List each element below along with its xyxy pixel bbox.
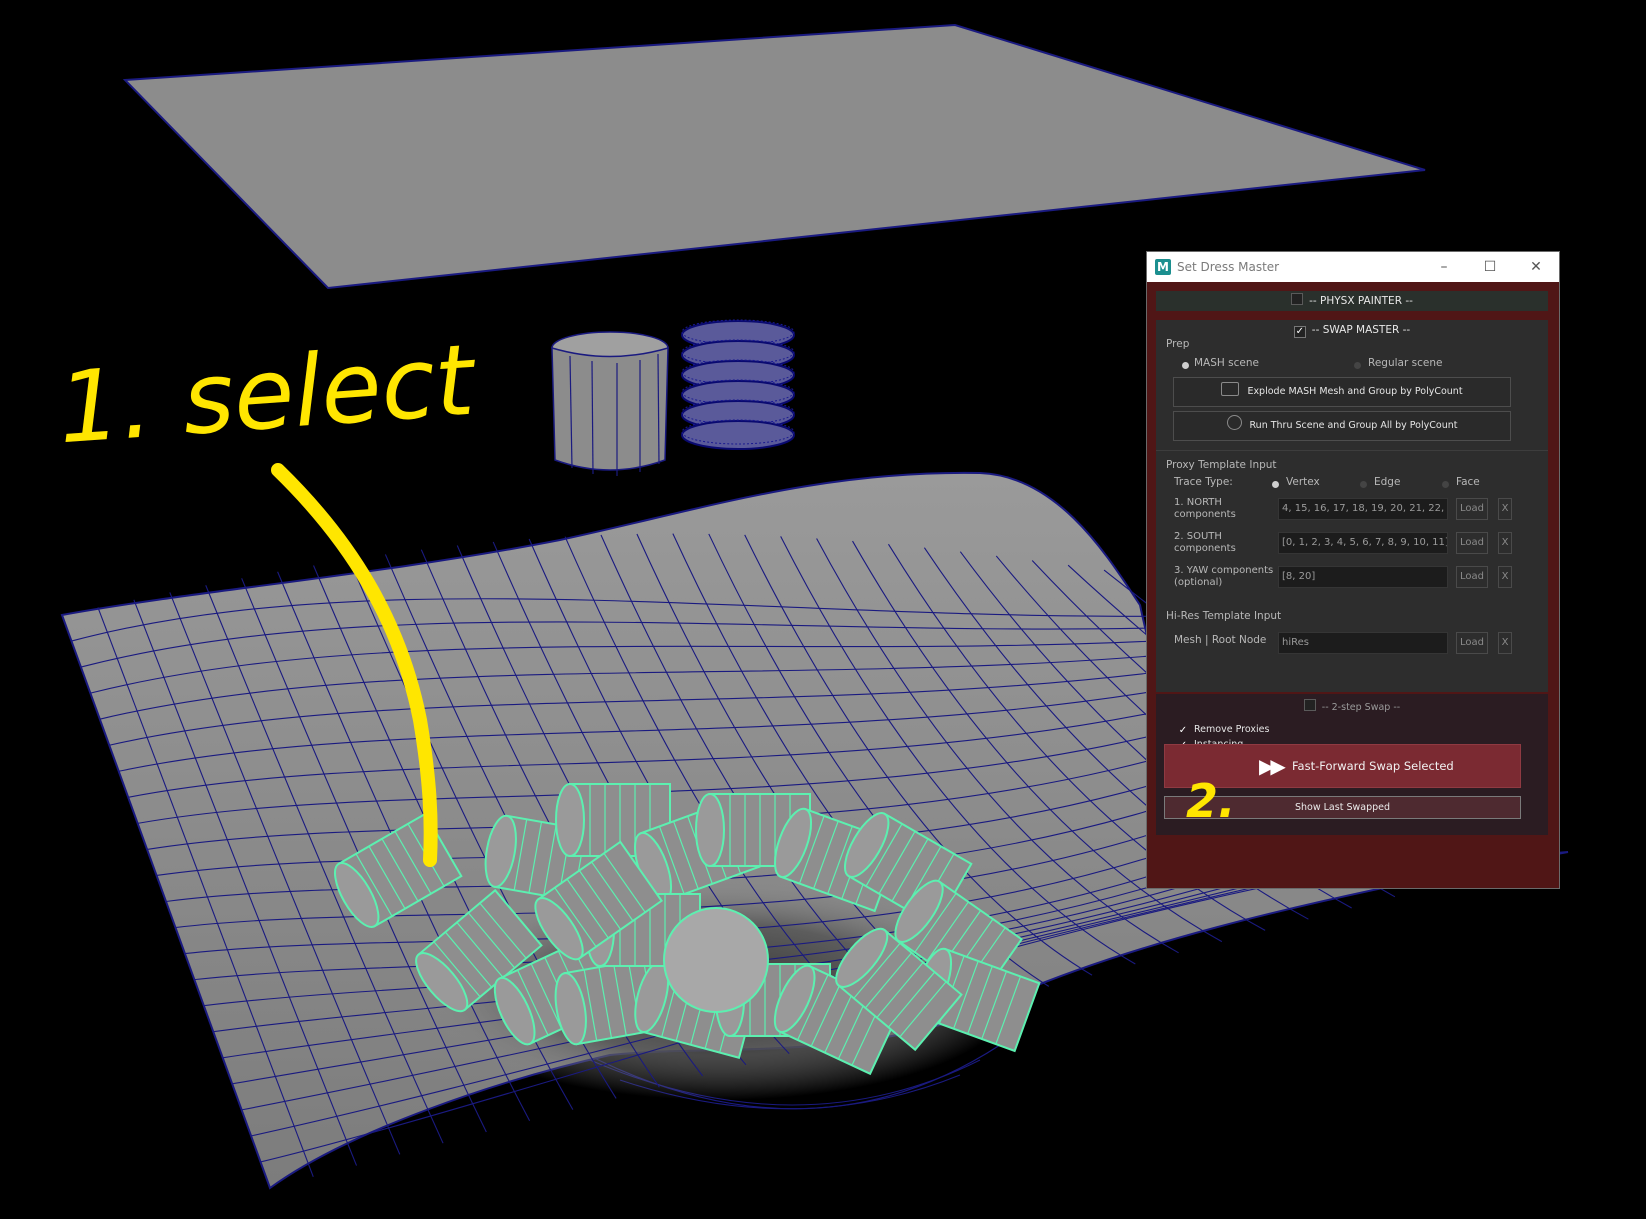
yaw-label: 3. YAW components (optional) (1174, 565, 1273, 589)
run-thru-scene-button[interactable]: Run Thru Scene and Group All by PolyCoun… (1173, 411, 1511, 441)
vertex-radio[interactable] (1272, 481, 1279, 488)
close-button[interactable]: ✕ (1513, 252, 1559, 282)
maximize-button[interactable]: ☐ (1467, 252, 1513, 282)
south-clear-button[interactable]: X (1498, 532, 1512, 554)
yaw-components-field[interactable]: [8, 20] (1278, 566, 1448, 588)
yaw-clear-button[interactable]: X (1498, 566, 1512, 588)
north-clear-button[interactable]: X (1498, 498, 1512, 520)
hires-mesh-field[interactable]: hiRes (1278, 632, 1448, 654)
physx-painter-checkbox[interactable] (1291, 293, 1304, 305)
explode-mash-label: Explode MASH Mesh and Group by PolyCount (1247, 386, 1463, 397)
regular-scene-radio[interactable] (1354, 362, 1361, 369)
swap-master-toggle[interactable]: ✓ -- SWAP MASTER -- (1156, 320, 1548, 340)
physx-painter-section: -- PHYSX PAINTER -- (1156, 291, 1548, 311)
regular-scene-label: Regular scene (1368, 357, 1443, 369)
swap-master-section: ✓ -- SWAP MASTER -- Prep MASH scene Regul… (1156, 320, 1548, 692)
mash-icon (1221, 382, 1240, 396)
check-icon[interactable]: ✓ (1178, 726, 1188, 736)
top-plane (122, 23, 1426, 290)
swap-master-label: -- SWAP MASTER -- (1311, 324, 1411, 336)
face-label: Face (1456, 476, 1480, 488)
mash-scene-radio[interactable] (1182, 362, 1189, 369)
face-radio[interactable] (1442, 481, 1449, 488)
fast-forward-label: Fast-Forward Swap Selected (1292, 759, 1454, 773)
prep-label: Prep (1166, 338, 1190, 350)
south-label: 2. SOUTH components (1174, 531, 1236, 555)
remove-proxies-label: Remove Proxies (1194, 724, 1270, 735)
proxy-cylinder (551, 331, 669, 476)
north-label-line1: 1. NORTH (1174, 497, 1222, 508)
run-thru-scene-label: Run Thru Scene and Group All by PolyCoun… (1249, 420, 1458, 431)
divider (1156, 450, 1548, 451)
two-step-checkbox[interactable] (1303, 699, 1316, 711)
hires-load-button[interactable]: Load (1456, 632, 1488, 654)
yaw-label-line1: 3. YAW components (1174, 565, 1274, 576)
remove-proxies-option[interactable]: ✓ Remove Proxies (1178, 724, 1270, 736)
north-components-field[interactable]: 4, 15, 16, 17, 18, 19, 20, 21, 22, 23] (1278, 498, 1448, 520)
yaw-label-line2: (optional) (1174, 577, 1223, 588)
fast-forward-icon: ▶▶ (1259, 754, 1286, 778)
two-step-toggle[interactable]: -- 2-step Swap -- (1156, 698, 1548, 718)
south-components-field[interactable]: [0, 1, 2, 3, 4, 5, 6, 7, 8, 9, 10, 11] (1278, 532, 1448, 554)
edge-radio[interactable] (1360, 481, 1367, 488)
vertex-label: Vertex (1286, 476, 1320, 488)
hires-template-label: Hi-Res Template Input (1166, 610, 1282, 622)
hires-clear-button[interactable]: X (1498, 632, 1512, 654)
physx-painter-toggle[interactable]: -- PHYSX PAINTER -- (1156, 291, 1548, 311)
explode-mash-button[interactable]: Explode MASH Mesh and Group by PolyCount (1173, 377, 1511, 407)
window-title: Set Dress Master (1177, 260, 1280, 274)
title-bar[interactable]: M Set Dress Master – ☐ ✕ (1147, 252, 1559, 282)
edge-label: Edge (1374, 476, 1401, 488)
mesh-root-node-label: Mesh | Root Node (1174, 634, 1267, 646)
north-label: 1. NORTH components (1174, 497, 1236, 521)
selected-cylinder-cap (663, 907, 769, 1013)
south-load-button[interactable]: Load (1456, 532, 1488, 554)
trace-type-label: Trace Type: (1174, 476, 1233, 488)
hires-coin-stack (681, 319, 795, 450)
south-label-line1: 2. SOUTH (1174, 531, 1222, 542)
physx-painter-label: -- PHYSX PAINTER -- (1309, 295, 1413, 307)
annotation-step2: 2. (1186, 774, 1236, 828)
maya-app-icon: M (1155, 259, 1171, 275)
check-icon[interactable]: ✓ (1293, 326, 1306, 338)
globe-icon (1226, 415, 1242, 430)
minimize-button[interactable]: – (1421, 252, 1467, 282)
north-label-line2: components (1174, 509, 1236, 520)
two-step-label: -- 2-step Swap -- (1321, 702, 1401, 713)
yaw-load-button[interactable]: Load (1456, 566, 1488, 588)
proxy-template-label: Proxy Template Input (1166, 459, 1277, 471)
hires-coin (681, 420, 795, 450)
north-load-button[interactable]: Load (1456, 498, 1488, 520)
south-label-line2: components (1174, 543, 1236, 554)
mash-scene-label: MASH scene (1194, 357, 1259, 369)
